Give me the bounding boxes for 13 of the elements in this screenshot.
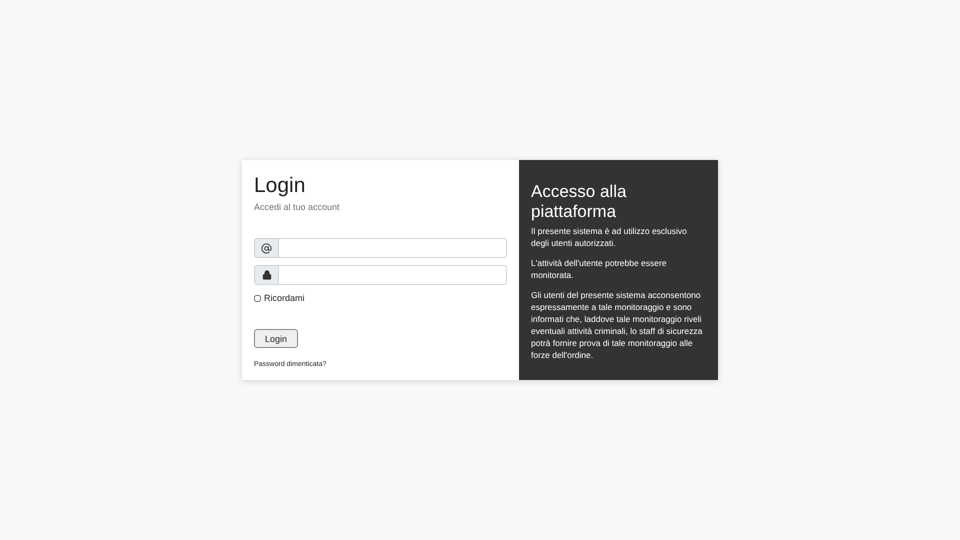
info-paragraph: L'attività dell'utente potrebbe essere monitorata. bbox=[531, 256, 668, 281]
info-paragraph: Il presente sistema è ad utilizzo esclusivo degli utenti autorizzati. bbox=[531, 224, 688, 249]
info-title: Accesso alla piattaforma bbox=[531, 182, 628, 223]
login-button[interactable]: Login bbox=[254, 329, 298, 348]
email-field[interactable] bbox=[278, 238, 507, 258]
password-field[interactable] bbox=[278, 265, 507, 286]
at-sign-icon bbox=[261, 242, 272, 254]
remember-checkbox[interactable] bbox=[254, 294, 261, 302]
info-paragraph: Gli utenti del presente sistema acconsentono espressamente a tale monitoraggio e sono informati che, laddove tale monitoraggio riveli eventuali attività criminali, lo staff di sicurezza potrà fornire prova di tale monitoraggio alle forze dell'ordine. bbox=[531, 288, 704, 361]
login-title: Login bbox=[254, 173, 306, 198]
remember-label: Ricordami bbox=[264, 293, 305, 304]
login-subtitle: Accedi al tuo account bbox=[254, 202, 341, 212]
lock-icon bbox=[262, 270, 272, 280]
